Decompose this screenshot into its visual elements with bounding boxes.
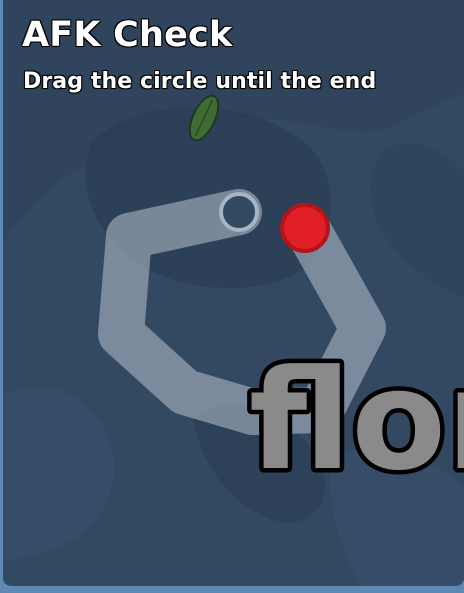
watermark-text: flor <box>249 340 464 501</box>
dialog-instruction: Drag the circle until the end <box>23 69 377 94</box>
background-blob <box>3 387 115 560</box>
drag-handle-circle[interactable] <box>280 203 330 253</box>
path-end-ring <box>219 192 259 232</box>
dialog-title: AFK Check <box>22 15 233 55</box>
background-blob <box>370 143 464 298</box>
afk-check-screen: flor AFK Check Drag the circle until the… <box>0 0 464 593</box>
afk-check-panel: flor AFK Check Drag the circle until the… <box>3 0 464 586</box>
